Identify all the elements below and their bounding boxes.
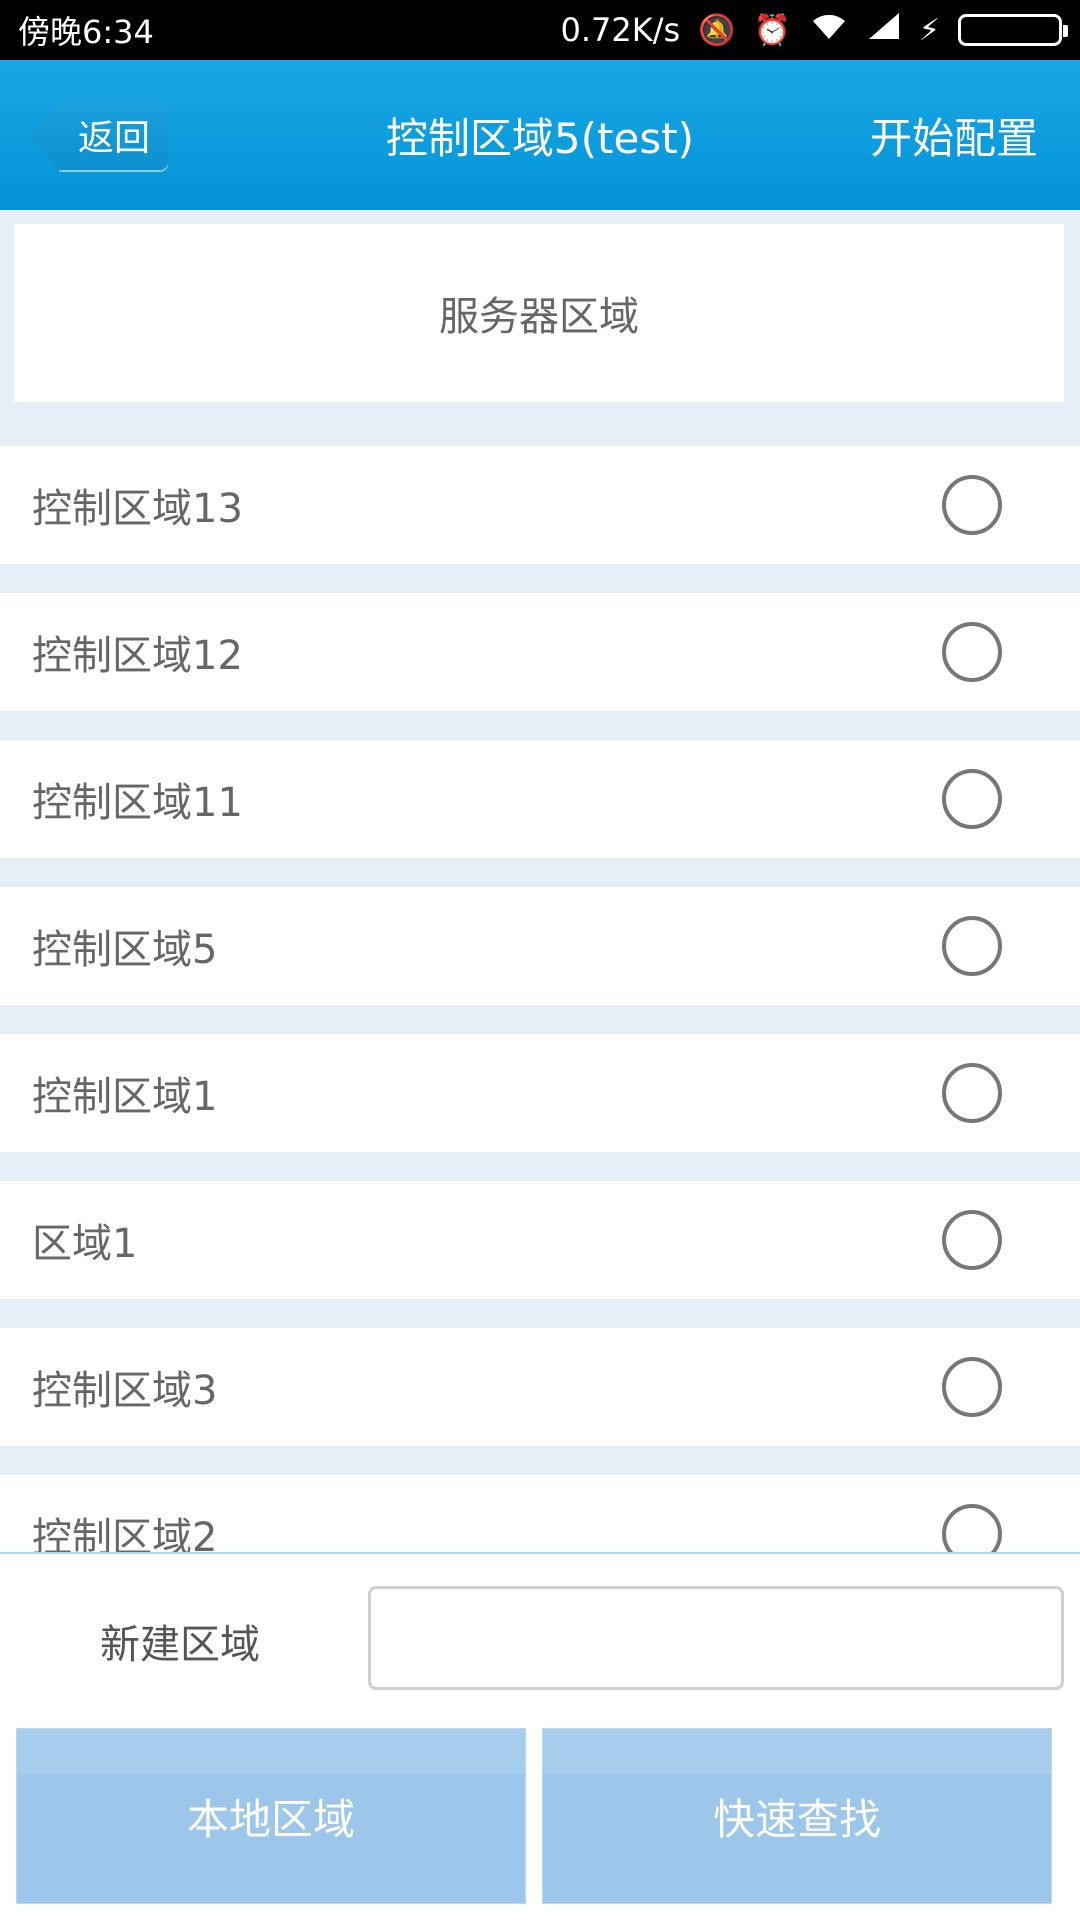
radio-button[interactable]: [942, 1504, 1002, 1552]
mute-icon: 🔕: [698, 12, 736, 48]
list-item[interactable]: 控制区域12: [0, 593, 1080, 711]
list-item-label: 控制区域12: [32, 633, 243, 679]
status-icons: 0.72K/s 🔕 ⏰ ⚡: [560, 11, 1068, 49]
list-item[interactable]: 区域1: [0, 1181, 1080, 1299]
list-item-label: 控制区域13: [32, 486, 243, 532]
signal-icon: [867, 11, 901, 49]
net-speed: 0.72K/s: [560, 11, 681, 49]
status-time: 傍晚6:34: [18, 13, 154, 51]
list-item-label: 控制区域5: [32, 927, 218, 973]
server-area-header: 服务器区域: [14, 224, 1064, 402]
app-header: 控制区域5(test) 返回 开始配置: [0, 60, 1080, 210]
radio-button[interactable]: [942, 1210, 1002, 1270]
list-item[interactable]: 控制区域2: [0, 1475, 1080, 1552]
status-bar: 傍晚6:34 0.72K/s 🔕 ⏰ ⚡: [0, 0, 1080, 60]
list-item[interactable]: 控制区域5: [0, 887, 1080, 1005]
list-item[interactable]: 控制区域13: [0, 446, 1080, 564]
radio-button[interactable]: [942, 769, 1002, 829]
local-area-button[interactable]: 本地区域: [16, 1728, 526, 1904]
radio-button[interactable]: [942, 1357, 1002, 1417]
bottom-panel: 新建区域 本地区域 快速查找: [0, 1552, 1080, 1920]
charging-icon: ⚡: [918, 12, 940, 48]
list-item-label: 控制区域3: [32, 1368, 218, 1414]
new-area-input[interactable]: [368, 1586, 1064, 1690]
list-item-label: 控制区域11: [32, 780, 243, 826]
radio-button[interactable]: [942, 622, 1002, 682]
quick-search-button[interactable]: 快速查找: [542, 1728, 1052, 1904]
list-item-label: 控制区域1: [32, 1074, 218, 1120]
radio-button[interactable]: [942, 475, 1002, 535]
list-item[interactable]: 控制区域1: [0, 1034, 1080, 1152]
list-item-label: 控制区域2: [32, 1515, 218, 1552]
radio-button[interactable]: [942, 916, 1002, 976]
list-item[interactable]: 控制区域11: [0, 740, 1080, 858]
radio-button[interactable]: [942, 1063, 1002, 1123]
list-item[interactable]: 控制区域3: [0, 1328, 1080, 1446]
battery-icon: [958, 14, 1068, 46]
alarm-icon: ⏰: [753, 12, 791, 48]
new-area-label: 新建区域: [100, 1622, 260, 1668]
area-list[interactable]: 控制区域13 控制区域12 控制区域11 控制区域5 控制区域1 区域1 控制区…: [0, 446, 1080, 1552]
start-config-button[interactable]: 开始配置: [870, 60, 1038, 210]
list-item-label: 区域1: [32, 1221, 138, 1267]
server-area-label: 服务器区域: [439, 294, 639, 340]
wifi-icon: [809, 11, 849, 49]
